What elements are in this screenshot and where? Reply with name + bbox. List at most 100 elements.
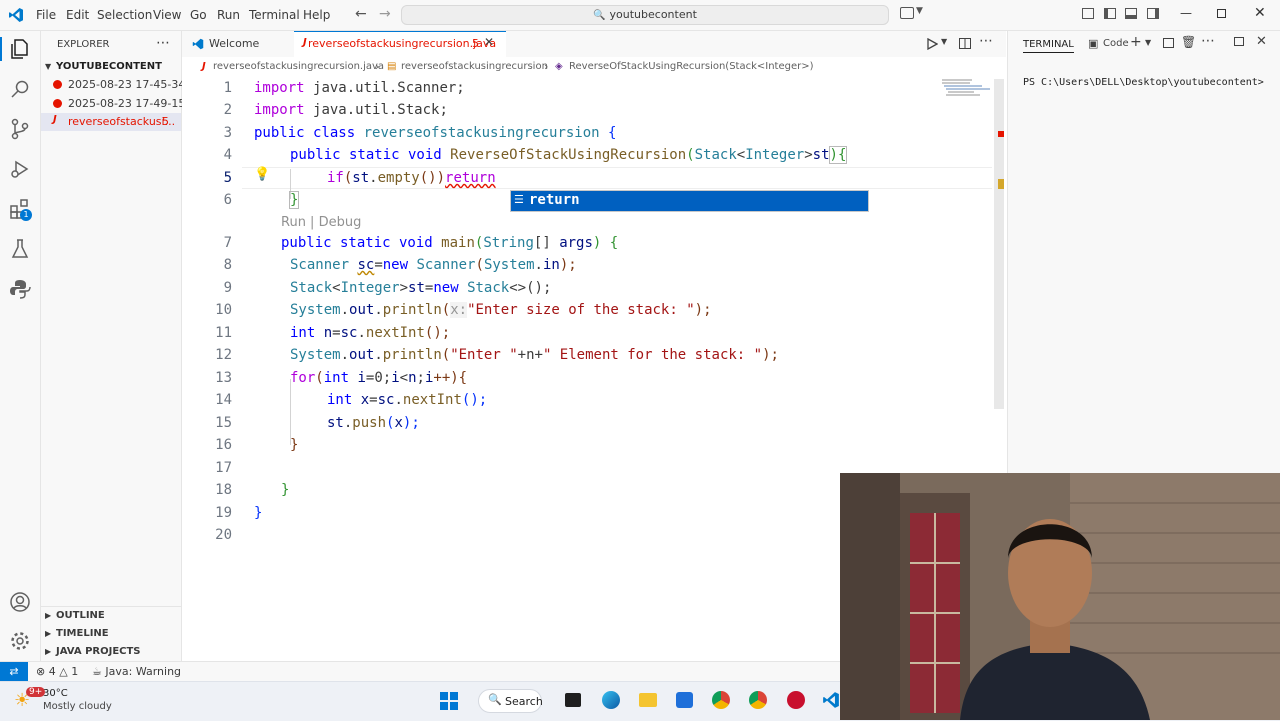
chevron-down-icon[interactable]: ▼ xyxy=(1145,38,1151,47)
webcam-overlay xyxy=(840,473,1280,720)
record-icon xyxy=(53,80,62,89)
edge-icon[interactable] xyxy=(602,691,620,709)
menu-help[interactable]: Help xyxy=(303,0,330,30)
copilot-icon[interactable] xyxy=(900,7,914,19)
weather-text: Mostly cloudy xyxy=(43,701,112,712)
lightbulb-icon[interactable]: 💡 xyxy=(254,167,270,182)
file-item-active[interactable]: J reverseofstackusi... 5 xyxy=(41,113,181,131)
temperature: 30°C xyxy=(43,688,68,699)
menu-selection[interactable]: Selection xyxy=(97,0,152,30)
menu-run[interactable]: Run xyxy=(217,0,240,30)
menu-edit[interactable]: Edit xyxy=(66,0,89,30)
chrome-icon[interactable] xyxy=(712,691,730,709)
forward-arrow-icon[interactable]: → xyxy=(379,6,391,22)
chrome-profile-icon[interactable] xyxy=(749,691,767,709)
more-actions-icon[interactable]: ⋯ xyxy=(156,35,170,51)
tab-welcome[interactable]: Welcome xyxy=(182,31,294,57)
chevron-down-icon[interactable]: ▼ xyxy=(941,37,947,46)
file-explorer-icon[interactable] xyxy=(639,693,657,707)
java-projects-section[interactable]: JAVA PROJECTS xyxy=(56,646,141,657)
close-panel-icon[interactable]: ✕ xyxy=(1256,34,1267,49)
terminal-icon: ▣ xyxy=(1088,37,1099,50)
minimize-icon[interactable]: — xyxy=(1180,6,1192,20)
trash-icon[interactable]: 🗑 xyxy=(1181,35,1196,49)
store-icon[interactable] xyxy=(676,692,693,708)
weather-widget[interactable]: ☀ 9+ xyxy=(12,687,46,714)
terminal-tab[interactable]: TERMINAL xyxy=(1023,39,1074,53)
maximize-icon[interactable] xyxy=(1217,9,1226,18)
error-icon: ⊗ xyxy=(36,665,46,678)
chevron-right-icon[interactable]: ▶ xyxy=(45,629,51,638)
back-arrow-icon[interactable]: ← xyxy=(355,6,367,22)
more-actions-icon[interactable]: ⋯ xyxy=(1201,33,1215,49)
split-editor-icon[interactable] xyxy=(959,38,971,49)
run-debug-icon[interactable] xyxy=(8,157,32,181)
python-icon[interactable] xyxy=(8,277,32,301)
menu-go[interactable]: Go xyxy=(190,0,207,30)
menu-terminal[interactable]: Terminal xyxy=(249,0,300,30)
breadcrumb-class[interactable]: reverseofstackusingrecursion xyxy=(401,61,548,72)
suggestion-item[interactable]: return xyxy=(529,192,580,208)
testing-icon[interactable] xyxy=(8,237,32,261)
search-icon: 🔍 xyxy=(593,10,606,21)
tab-active-file[interactable]: J reverseofstackusingrecursion.java 5 ✕ xyxy=(294,31,506,58)
run-icon[interactable] xyxy=(926,38,938,50)
java-status[interactable]: ☕ Java: Warning xyxy=(92,665,181,678)
code-line-2: import java.util.Stack; xyxy=(254,102,448,118)
errors-indicator[interactable]: ⊗ 4 △ 1 xyxy=(36,665,78,678)
file-item[interactable]: 2025-08-23 17-45-34... xyxy=(41,76,196,94)
breadcrumb-method[interactable]: ReverseOfStackUsingRecursion(Stack<Integ… xyxy=(569,61,814,72)
folder-name[interactable]: YOUTUBECONTENT xyxy=(56,61,162,72)
editor-tabs: Welcome J reverseofstackusingrecursion.j… xyxy=(182,31,1006,58)
timeline-section[interactable]: TIMELINE xyxy=(56,628,109,639)
explorer-title: EXPLORER xyxy=(57,39,110,50)
search-icon: 🔍 xyxy=(488,693,502,706)
warning-count: 1 xyxy=(71,665,79,678)
terminal-prompt[interactable]: PS C:\Users\DELL\Desktop\youtubecontent> xyxy=(1023,77,1264,88)
breadcrumb-file[interactable]: reverseofstackusingrecursion.java xyxy=(213,61,384,72)
search-icon[interactable] xyxy=(8,77,32,101)
chevron-down-icon[interactable]: ▼ xyxy=(45,62,51,71)
task-view-icon[interactable] xyxy=(565,693,581,707)
remote-indicator-icon[interactable]: ⇄ xyxy=(0,662,28,682)
menu-file[interactable]: File xyxy=(36,0,56,30)
close-window-icon[interactable]: ✕ xyxy=(1254,5,1266,21)
source-control-icon[interactable] xyxy=(8,117,32,141)
file-item[interactable]: 2025-08-23 17-49-15... xyxy=(41,95,196,113)
vscode-taskbar-icon[interactable] xyxy=(822,691,840,709)
close-tab-icon[interactable]: ✕ xyxy=(484,35,494,49)
windows-start-icon[interactable] xyxy=(440,692,458,710)
app-icon[interactable] xyxy=(787,691,805,709)
command-center[interactable]: 🔍 youtubecontent xyxy=(401,5,889,25)
split-terminal-icon[interactable] xyxy=(1163,38,1174,48)
taskbar-search[interactable]: 🔍 Search xyxy=(478,689,543,713)
java-file-icon: J xyxy=(202,61,206,72)
file-name: 2025-08-23 17-45-34... xyxy=(68,78,196,91)
codelens-run-debug[interactable]: Run | Debug xyxy=(281,215,361,230)
chevron-down-icon[interactable]: ▼ xyxy=(916,6,923,16)
webcam-presenter-image xyxy=(840,473,1280,720)
line-number: 15 xyxy=(215,415,232,431)
toggle-secondary-sidebar-icon[interactable] xyxy=(1147,8,1159,19)
menu-view[interactable]: View xyxy=(153,0,181,30)
explorer-icon[interactable] xyxy=(8,37,32,61)
suggestion-widget[interactable]: ☰ return xyxy=(510,190,869,212)
chevron-right-icon[interactable]: ▶ xyxy=(45,611,51,620)
terminal-shell[interactable]: Code xyxy=(1103,38,1129,49)
activity-bar: 1 xyxy=(0,31,41,661)
more-actions-icon[interactable]: ⋯ xyxy=(979,33,993,49)
new-terminal-icon[interactable]: + xyxy=(1130,34,1142,50)
settings-gear-icon[interactable] xyxy=(8,629,32,653)
toggle-panel-icon[interactable] xyxy=(1125,8,1137,19)
toggle-sidebar-icon[interactable] xyxy=(1104,8,1116,19)
maximize-panel-icon[interactable] xyxy=(1234,37,1244,46)
warning-icon: △ xyxy=(59,665,68,678)
minimap[interactable] xyxy=(942,79,992,99)
divider xyxy=(41,606,181,607)
vertical-scrollbar[interactable] xyxy=(994,79,1004,409)
outline-section[interactable]: OUTLINE xyxy=(56,610,105,621)
customize-layout-icon[interactable] xyxy=(1082,8,1094,19)
account-icon[interactable] xyxy=(8,590,32,614)
chevron-right-icon[interactable]: ▶ xyxy=(45,647,51,656)
code-line-16: } xyxy=(290,437,299,453)
